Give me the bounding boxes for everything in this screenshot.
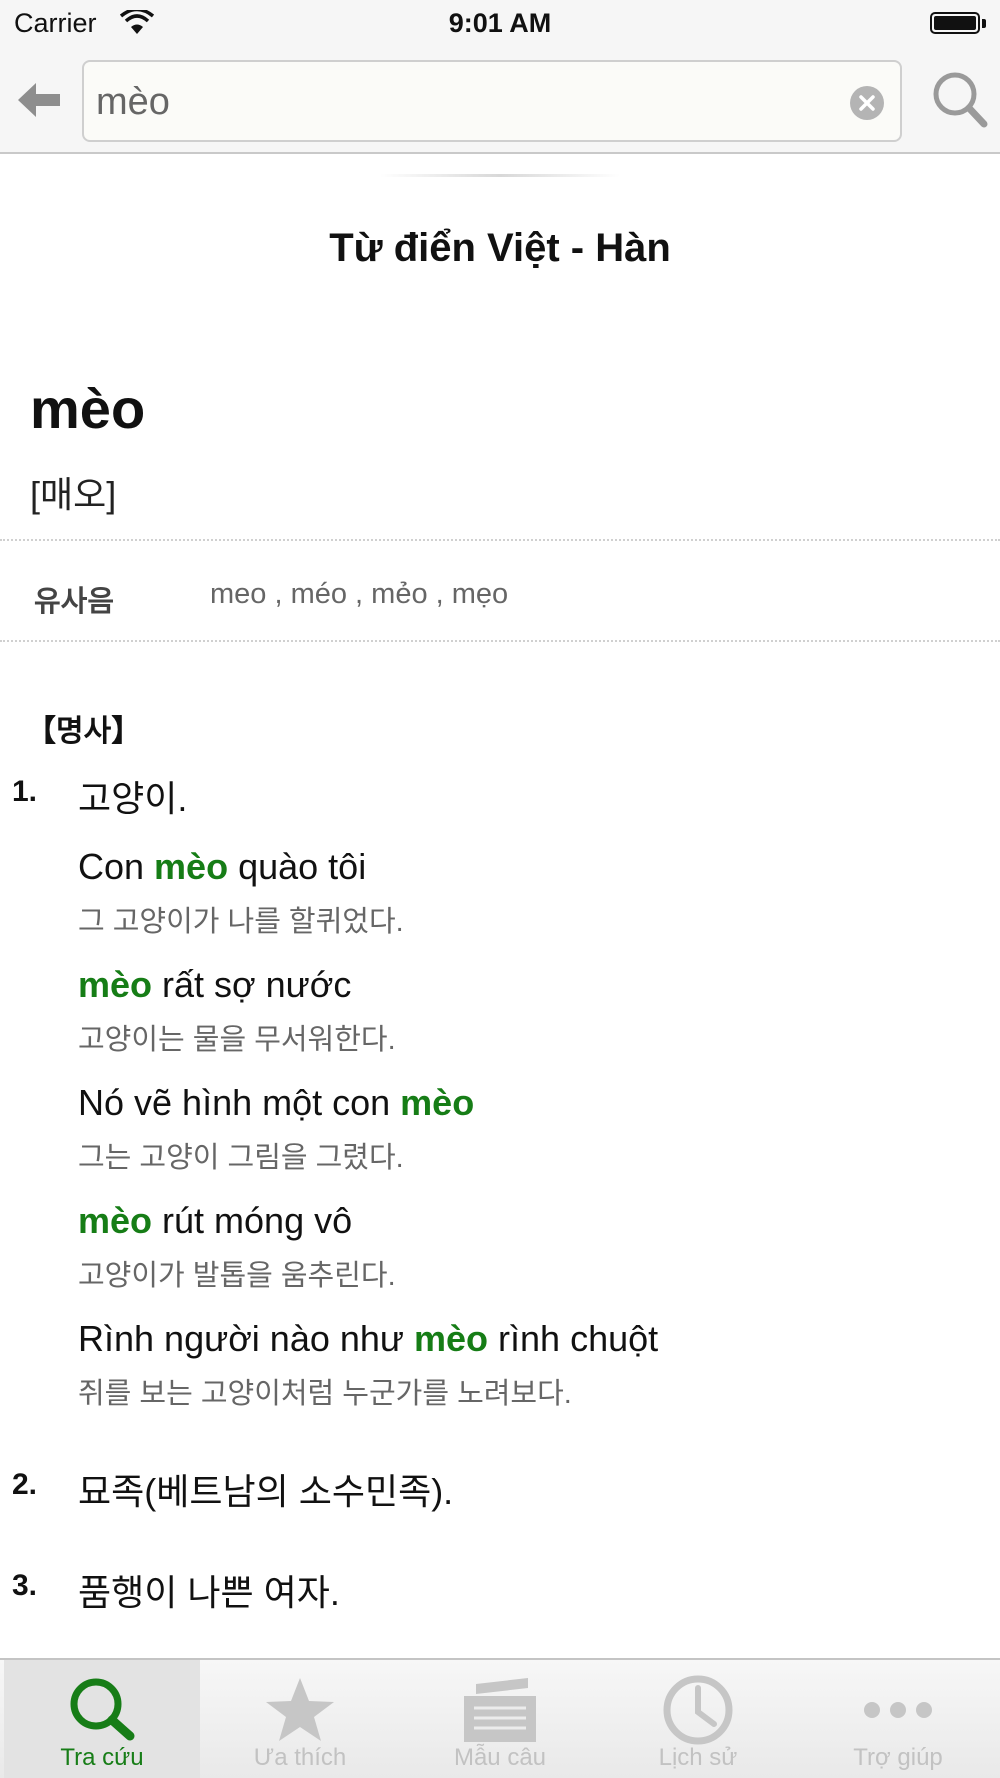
example-vietnamese: Rình người nào như mèo rình chuột xyxy=(78,1318,659,1359)
divider xyxy=(0,539,1000,541)
example-korean: 그는 고양이 그림을 그렸다. xyxy=(78,1142,404,1174)
sense-number: 1. xyxy=(12,775,38,808)
clock-icon xyxy=(663,1675,733,1745)
tab-tra-cuu[interactable]: Tra cứu xyxy=(4,1660,200,1778)
divider xyxy=(0,640,1000,642)
search-bar xyxy=(0,50,1000,154)
search-icon[interactable] xyxy=(930,68,988,132)
search-input[interactable] xyxy=(94,72,828,132)
example-korean: 고양이가 발톱을 움추린다. xyxy=(78,1260,396,1292)
tab-tro-giup[interactable]: Trợ giúp xyxy=(800,1660,996,1778)
search-icon xyxy=(70,1678,135,1741)
pronunciation: [매오] xyxy=(30,474,117,515)
highlighted-term: mèo xyxy=(78,1200,153,1241)
notes-icon xyxy=(464,1678,536,1742)
example-korean: 그 고양이가 나를 할퀴었다. xyxy=(78,906,404,938)
status-bar: Carrier 9:01 AM xyxy=(0,0,1000,50)
clock-time: 9:01 AM xyxy=(448,8,552,38)
example-korean: 고양이는 물을 무서워한다. xyxy=(78,1024,396,1056)
sense-definition: 품행이 나쁜 여자. xyxy=(78,1572,340,1613)
tab-ua-thich[interactable]: Ưa thích xyxy=(202,1660,398,1778)
tab-label: Tra cứu xyxy=(60,1744,144,1771)
tab-bar: Tra cứu Ưa thích Mẫu câu Lịch sử Trợ giú… xyxy=(0,1658,1000,1778)
tab-label: Ưa thích xyxy=(253,1744,347,1771)
star-icon xyxy=(266,1678,334,1741)
example-vietnamese: mèo rất sợ nước xyxy=(78,964,352,1005)
sense-definition: 묘족(베트남의 소수민족). xyxy=(78,1471,454,1512)
highlighted-term: mèo xyxy=(400,1082,475,1123)
example-korean: 쥐를 보는 고양이처럼 누군가를 노려보다. xyxy=(78,1378,572,1410)
clear-icon[interactable] xyxy=(850,86,884,120)
headword: mèo xyxy=(30,377,146,440)
battery-icon xyxy=(930,12,986,36)
dictionary-title: Từ điển Việt - Hàn xyxy=(329,226,671,270)
back-arrow-icon[interactable] xyxy=(14,74,66,126)
tab-label: Lịch sử xyxy=(658,1744,738,1771)
highlighted-term: mèo xyxy=(154,846,229,887)
search-field[interactable] xyxy=(82,60,902,142)
part-of-speech: 【명사】 xyxy=(26,715,142,748)
tab-lich-su[interactable]: Lịch sử xyxy=(600,1660,796,1778)
highlighted-term: mèo xyxy=(78,964,153,1005)
tab-label: Mẫu câu xyxy=(453,1744,547,1771)
scroll-indicator xyxy=(380,174,620,177)
example-vietnamese: mèo rút móng vô xyxy=(78,1200,353,1241)
similar-sounds-label: 유사음 xyxy=(34,586,115,618)
sense-number: 2. xyxy=(12,1468,38,1501)
sense-definition: 고양이. xyxy=(78,778,188,819)
highlighted-term: mèo xyxy=(414,1318,489,1359)
tab-mau-cau[interactable]: Mẫu câu xyxy=(402,1660,598,1778)
sense-number: 3. xyxy=(12,1569,38,1602)
tab-label: Trợ giúp xyxy=(853,1744,943,1771)
similar-sounds-list[interactable]: meo , méo , mẻo , mẹo xyxy=(210,578,508,611)
example-vietnamese: Con mèo quào tôi xyxy=(78,846,367,887)
more-icon xyxy=(864,1702,932,1718)
example-vietnamese: Nó vẽ hình một con mèo xyxy=(78,1082,475,1123)
